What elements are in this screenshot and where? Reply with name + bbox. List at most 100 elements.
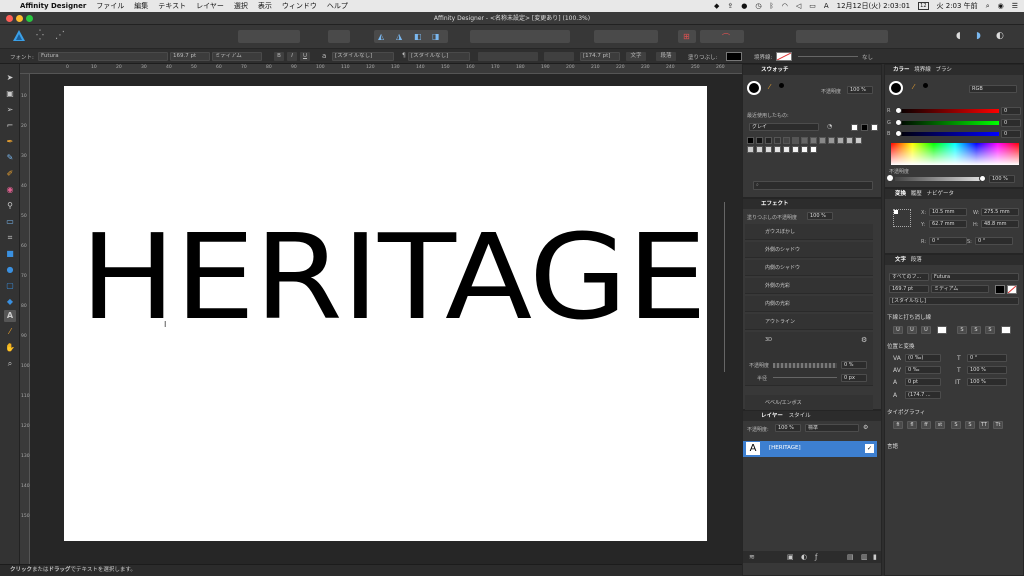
swatch-cell[interactable]: [765, 146, 772, 153]
styles-tab[interactable]: スタイル: [789, 413, 811, 419]
underline-section[interactable]: 下線と打ち消し線: [887, 313, 931, 321]
stroke-color-well[interactable]: [776, 52, 792, 61]
alignment-buttons[interactable]: [478, 52, 538, 61]
layers-tab[interactable]: レイヤー: [761, 413, 783, 419]
arrange-group[interactable]: ◭ ◮ ◧ ◨: [374, 30, 448, 43]
list-buttons[interactable]: [544, 52, 574, 61]
menu-edit[interactable]: 編集: [134, 1, 148, 11]
tracking-field[interactable]: 0 ‰: [905, 366, 941, 374]
bluetooth-icon[interactable]: ᛒ: [770, 2, 774, 10]
swatch-cell[interactable]: [756, 137, 763, 144]
assistant-icon[interactable]: ◖: [956, 29, 970, 43]
color-fill-well[interactable]: [889, 81, 903, 95]
typo-button[interactable]: fl: [907, 421, 917, 429]
insert-target-group[interactable]: [238, 30, 300, 43]
rotation-field[interactable]: 0 °: [929, 237, 967, 245]
swatch-cell[interactable]: [747, 146, 754, 153]
search-icon[interactable]: ⌕: [986, 2, 990, 11]
layer-opacity-field[interactable]: 100 %: [775, 424, 801, 432]
evernote-icon[interactable]: ●: [741, 2, 747, 10]
font-weight-field[interactable]: ミディアム: [931, 285, 989, 293]
menu-window[interactable]: ウィンドウ: [282, 1, 317, 11]
color-opacity-thumb[interactable]: [979, 175, 986, 182]
blend-mode-select[interactable]: 標準: [805, 424, 859, 432]
swatch-cell[interactable]: [747, 137, 754, 144]
underline-single-button[interactable]: U: [893, 326, 903, 334]
artboard[interactable]: HERITAGE I: [64, 86, 725, 541]
position-section[interactable]: 位置と変換: [887, 342, 915, 350]
paragraph-button[interactable]: 段落: [656, 52, 676, 61]
delete-layer-icon[interactable]: ▮: [873, 553, 877, 561]
r-field[interactable]: 0: [1001, 107, 1021, 115]
wifi-icon[interactable]: ◠: [782, 2, 788, 10]
swatch-cell[interactable]: [765, 137, 772, 144]
baseline-field[interactable]: 0 pt: [905, 378, 941, 386]
character-button[interactable]: 文字: [626, 52, 646, 61]
layer-visibility-checkbox[interactable]: ✓: [865, 444, 874, 453]
effect-inner-shadow[interactable]: 内側のシャドウ: [745, 260, 873, 276]
swatch-cell[interactable]: [801, 137, 808, 144]
kerning-field[interactable]: (0 ‰): [905, 354, 941, 362]
effect-radius-slider[interactable]: [773, 377, 837, 378]
snapping-options[interactable]: ⌒: [700, 30, 744, 43]
time-machine-icon[interactable]: ◷: [755, 2, 761, 10]
fill-stroke-well[interactable]: [747, 81, 761, 95]
swatch-cell[interactable]: [837, 137, 844, 144]
swatch-cell[interactable]: [810, 137, 817, 144]
color-eyedropper-icon[interactable]: ⁄: [913, 83, 914, 91]
swatch-cell[interactable]: [774, 146, 781, 153]
place-image-tool-icon[interactable]: ▭: [4, 216, 16, 228]
typo-button[interactable]: S: [965, 421, 975, 429]
input-source-indicator[interactable]: A: [824, 2, 829, 10]
fx-icon[interactable]: ƒ: [815, 553, 817, 561]
color-swap-icon[interactable]: [923, 83, 928, 88]
isolation-group[interactable]: [328, 30, 350, 43]
r-slider-thumb[interactable]: [895, 107, 902, 114]
vector-brush-tool-icon[interactable]: ✐: [4, 168, 16, 180]
color-spectrum[interactable]: [891, 143, 1019, 165]
swap-color-icon[interactable]: [779, 83, 784, 88]
eyedropper-icon[interactable]: ⁄: [769, 83, 770, 91]
navigator-tab[interactable]: ナビゲータ: [927, 191, 955, 197]
swatch-grid[interactable]: [747, 137, 867, 155]
swatch-cell[interactable]: [783, 137, 790, 144]
zoom-tool-icon[interactable]: ⌕: [4, 358, 16, 370]
volume-icon[interactable]: ◁: [796, 2, 801, 10]
hand-tool-icon[interactable]: ✋: [4, 342, 16, 354]
b-field[interactable]: 0: [1001, 130, 1021, 138]
menu-help[interactable]: ヘルプ: [327, 1, 348, 11]
effect-gaussian-blur[interactable]: ガウスぼかし: [745, 224, 873, 240]
export-persona-icon[interactable]: ⋰: [53, 29, 67, 43]
menu-layer[interactable]: レイヤー: [196, 1, 224, 11]
swatch-cell[interactable]: [783, 146, 790, 153]
move-tool-icon[interactable]: ➤: [4, 72, 16, 84]
swatch-cell[interactable]: [828, 137, 835, 144]
node-tool-icon[interactable]: ➢: [4, 104, 16, 116]
snapping-manager-icon[interactable]: ◗: [976, 29, 990, 43]
rounded-rect-tool-icon[interactable]: ▢: [4, 280, 16, 292]
strike-single-button[interactable]: S: [957, 326, 967, 334]
clock-text[interactable]: 火 2:03 午前: [937, 1, 978, 11]
swatch-opacity-field[interactable]: 100 %: [847, 86, 873, 94]
swatch-none[interactable]: [851, 124, 858, 131]
g-field[interactable]: 0: [1001, 119, 1021, 127]
character-style-select[interactable]: [スタイルなし]: [332, 52, 394, 61]
stroke-tab[interactable]: 境界線: [914, 67, 931, 73]
siri-icon[interactable]: ◉: [998, 2, 1004, 10]
anchor-selector[interactable]: [893, 209, 911, 227]
snapping-button[interactable]: ⊞: [678, 30, 696, 43]
strike-color-well[interactable]: [1001, 326, 1011, 334]
crop-tool-icon[interactable]: ⌗: [4, 232, 16, 244]
swatch-cell[interactable]: [801, 146, 808, 153]
font-family-select[interactable]: Futura: [38, 52, 168, 61]
rectangle-tool-icon[interactable]: ■: [4, 248, 16, 260]
typo-button[interactable]: st: [935, 421, 945, 429]
r-slider[interactable]: [897, 109, 999, 113]
close-button[interactable]: [6, 15, 13, 22]
language-section[interactable]: 言語: [887, 442, 898, 450]
pixel-persona-icon[interactable]: ⁛: [33, 29, 47, 43]
leading-field-panel[interactable]: (174.7 ...: [905, 391, 941, 399]
leading-field[interactable]: [174.7 pt]: [580, 52, 620, 61]
shear-field[interactable]: 0 °: [975, 237, 1013, 245]
ellipse-tool-icon[interactable]: ●: [4, 264, 16, 276]
